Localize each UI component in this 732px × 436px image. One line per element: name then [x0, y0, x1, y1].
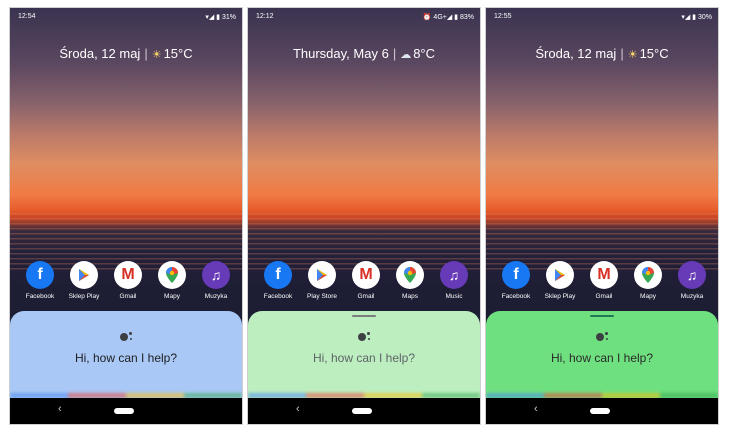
app-gmail[interactable]: M Gmail [106, 261, 150, 300]
sheet-handle[interactable] [352, 315, 376, 317]
app-music[interactable]: ♫ Music [432, 261, 476, 300]
temperature-label: 15°C [163, 46, 193, 61]
app-play-store[interactable]: Sklep Play [62, 261, 106, 300]
assistant-sheet[interactable]: Hi, how can I help? [248, 311, 480, 398]
back-icon[interactable]: ‹ [296, 403, 300, 415]
cloud-icon: ☁ [400, 49, 412, 61]
maps-icon [634, 261, 662, 289]
home-screen: 12:55 ▾◢ ▮ 30% Środa, 12 maj | ☀ 15°C f Fac… [486, 8, 718, 398]
app-play-store[interactable]: Sklep Play [538, 261, 582, 300]
music-icon: ♫ [678, 261, 706, 289]
gmail-icon: M [114, 261, 142, 289]
app-music[interactable]: ♫ Muzyka [194, 261, 238, 300]
app-gmail[interactable]: M Gmail [582, 261, 626, 300]
facebook-icon: f [502, 261, 530, 289]
play-store-icon [546, 261, 574, 289]
app-gmail[interactable]: M Gmail [344, 261, 388, 300]
sun-cloud-icon: ☀ [627, 49, 638, 61]
temperature-label: 8°C [413, 46, 436, 61]
assistant-greeting: Hi, how can I help? [74, 351, 178, 365]
music-icon: ♫ [440, 261, 468, 289]
assistant-sheet[interactable]: Hi, how can I help? [10, 311, 242, 398]
gmail-icon: M [590, 261, 618, 289]
play-store-icon [70, 261, 98, 289]
maps-icon [158, 261, 186, 289]
assistant-greeting: Hi, how can I help? [312, 351, 416, 365]
phone-screenshot-1: 12:54 ▾◢ ▮ 31% Środa, 12 maj | ☀ 15°C f Fac… [9, 7, 243, 425]
dock: f Facebook Sklep Play M Gmail Mapy ♫ Muz… [10, 261, 242, 311]
status-icons: ⏰ 4G+◢ ▮ 83% [422, 14, 474, 21]
assistant-icon [592, 331, 612, 345]
home-screen: 12:54 ▾◢ ▮ 31% Środa, 12 maj | ☀ 15°C f Fac… [10, 8, 242, 398]
gmail-icon: M [352, 261, 380, 289]
temperature-label: 15°C [639, 46, 669, 61]
phone-screenshot-2: 12:12 ⏰ 4G+◢ ▮ 83% Thursday, May 6 | ☁ 8°C … [247, 7, 481, 425]
status-bar: 12:54 ▾◢ ▮ 31% [10, 8, 242, 26]
home-screen: 12:12 ⏰ 4G+◢ ▮ 83% Thursday, May 6 | ☁ 8°C … [248, 8, 480, 398]
sheet-handle[interactable] [590, 315, 614, 317]
date-label: Środa, 12 maj [535, 46, 617, 61]
dock: f Facebook Play Store M Gmail Maps ♫ Mus… [248, 261, 480, 311]
date-label: Środa, 12 maj [59, 46, 141, 61]
play-store-icon [308, 261, 336, 289]
facebook-icon: f [26, 261, 54, 289]
app-maps[interactable]: Mapy [626, 261, 670, 300]
maps-icon [396, 261, 424, 289]
navigation-bar: ‹ [10, 398, 242, 424]
date-label: Thursday, May 6 [292, 46, 389, 61]
at-a-glance-widget[interactable]: Środa, 12 maj | ☀ 15°C [486, 46, 718, 61]
status-bar: 12:12 ⏰ 4G+◢ ▮ 83% [248, 8, 480, 26]
app-music[interactable]: ♫ Muzyka [670, 261, 714, 300]
dock: f Facebook Sklep Play M Gmail Mapy ♫ Muz… [486, 261, 718, 311]
status-bar: 12:55 ▾◢ ▮ 30% [486, 8, 718, 26]
facebook-icon: f [264, 261, 292, 289]
status-time: 12:55 [494, 13, 512, 20]
status-time: 12:12 [256, 13, 274, 20]
assistant-icon [354, 331, 374, 345]
navigation-bar: ‹ [248, 398, 480, 424]
app-maps[interactable]: Mapy [150, 261, 194, 300]
app-facebook[interactable]: f Facebook [18, 261, 62, 300]
app-play-store[interactable]: Play Store [300, 261, 344, 300]
status-icons: ▾◢ ▮ 30% [681, 14, 712, 21]
back-icon[interactable]: ‹ [58, 403, 62, 415]
at-a-glance-widget[interactable]: Thursday, May 6 | ☁ 8°C [248, 46, 480, 61]
home-pill[interactable] [114, 408, 134, 414]
home-pill[interactable] [590, 408, 610, 414]
navigation-bar: ‹ [486, 398, 718, 424]
assistant-sheet[interactable]: Hi, how can I help? [486, 311, 718, 398]
status-time: 12:54 [18, 13, 36, 20]
music-icon: ♫ [202, 261, 230, 289]
app-facebook[interactable]: f Facebook [494, 261, 538, 300]
app-facebook[interactable]: f Facebook [256, 261, 300, 300]
status-icons: ▾◢ ▮ 31% [205, 14, 236, 21]
phone-screenshot-3: 12:55 ▾◢ ▮ 30% Środa, 12 maj | ☀ 15°C f Fac… [485, 7, 719, 425]
sun-cloud-icon: ☀ [151, 49, 162, 61]
at-a-glance-widget[interactable]: Środa, 12 maj | ☀ 15°C [10, 46, 242, 61]
back-icon[interactable]: ‹ [534, 403, 538, 415]
assistant-icon [116, 331, 136, 345]
app-maps[interactable]: Maps [388, 261, 432, 300]
assistant-greeting: Hi, how can I help? [550, 351, 654, 365]
home-pill[interactable] [352, 408, 372, 414]
